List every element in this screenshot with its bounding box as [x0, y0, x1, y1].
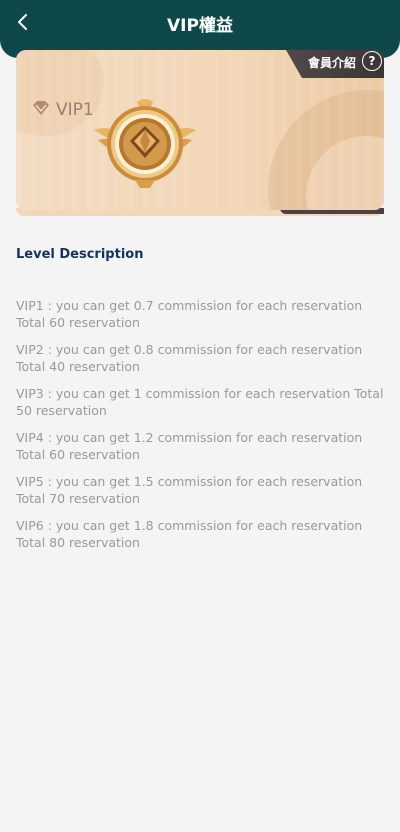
vip-card: 會員介紹 ? VIP1 [16, 50, 384, 210]
vip-level-label: VIP1 [56, 100, 94, 120]
list-item: VIP3 : you can get 1 commission for each… [16, 386, 384, 418]
vip-medal-icon [94, 99, 196, 188]
help-icon[interactable]: ? [362, 51, 382, 71]
list-item: VIP1 : you can get 0.7 commission for ea… [16, 298, 363, 330]
diamond-icon [33, 101, 49, 115]
list-item: VIP6 : you can get 1.8 commission for ea… [16, 518, 363, 550]
list-item: VIP2 : you can get 0.8 commission for ea… [16, 342, 363, 374]
level-description-list: VIP1 : you can get 0.7 commission for ea… [16, 297, 388, 561]
list-item: VIP4 : you can get 1.2 commission for ea… [16, 430, 363, 462]
member-intro-label[interactable]: 會員介紹 [308, 54, 356, 71]
section-title: Level Description [16, 247, 144, 262]
list-item: VIP5 : you can get 1.5 commission for ea… [16, 474, 363, 506]
page-title: VIP權益 [167, 16, 233, 36]
